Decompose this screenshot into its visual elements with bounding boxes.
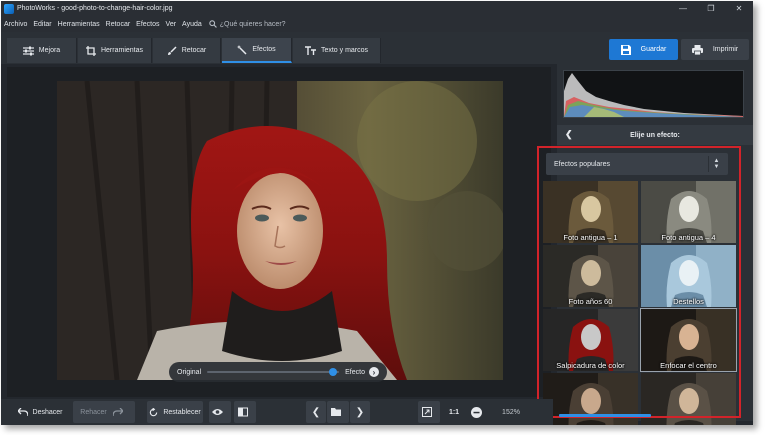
edited-photo[interactable] <box>57 81 503 380</box>
magic-wand-icon <box>237 44 247 55</box>
redo-button[interactable]: Rehacer <box>73 401 135 423</box>
title-bar: PhotoWorks - good-photo-to-change-hair-c… <box>1 1 753 16</box>
histogram <box>563 70 744 118</box>
reset-icon <box>150 407 158 416</box>
compare-knob[interactable] <box>328 368 337 376</box>
back-arrow-icon[interactable]: ❮ <box>565 129 573 140</box>
undo-icon <box>17 408 28 416</box>
brush-icon <box>167 45 177 55</box>
undo-button[interactable]: Deshacer <box>9 401 71 423</box>
reset-button[interactable]: Restablecer <box>147 401 203 423</box>
effects-scrollbar[interactable] <box>559 414 651 417</box>
tab-label: Efectos <box>252 46 276 53</box>
tab-label: Mejora <box>38 47 61 54</box>
zoom-out-button[interactable] <box>469 401 489 423</box>
tab-herramientas[interactable]: Herramientas <box>78 38 152 63</box>
bottom-bar: Deshacer Rehacer Restablecer ❮ ❯ 1:1 152… <box>1 399 553 425</box>
print-label: Imprimir <box>712 46 739 53</box>
effect-label: Efecto <box>345 368 365 376</box>
tab-label: Herramientas <box>100 47 143 54</box>
floppy-icon <box>620 44 631 55</box>
tab-efectos[interactable]: Efectos <box>222 38 292 63</box>
save-button[interactable]: Guardar <box>609 39 678 60</box>
preview-eye-button[interactable] <box>209 401 231 423</box>
sliders-icon <box>22 46 34 55</box>
next-photo-button[interactable]: ❯ <box>350 401 370 423</box>
open-folder-button[interactable] <box>327 401 349 423</box>
redo-label: Rehacer <box>80 408 107 416</box>
chevron-right-icon: ❯ <box>355 406 365 418</box>
main-toolbar: Mejora Herramientas Retocar Efectos Text… <box>1 32 753 64</box>
print-button[interactable]: Imprimir <box>681 39 749 60</box>
menu-search[interactable]: ¿Qué quieres hacer? <box>209 20 286 28</box>
effect-panel-title: Elije un efecto: <box>630 131 680 139</box>
original-label: Original <box>177 368 202 376</box>
app-window: PhotoWorks - good-photo-to-change-hair-c… <box>1 1 753 425</box>
text-icon <box>304 45 316 55</box>
crop-icon <box>85 45 96 56</box>
menu-ayuda[interactable]: Ayuda <box>179 21 205 28</box>
window-controls: — ❐ ✕ <box>669 1 753 16</box>
fit-to-screen-button[interactable] <box>418 401 440 423</box>
close-icon[interactable]: ✕ <box>725 1 753 16</box>
menu-ver[interactable]: Ver <box>163 21 180 28</box>
search-placeholder: ¿Qué quieres hacer? <box>219 20 286 28</box>
eye-icon <box>212 409 223 415</box>
folder-icon <box>330 408 341 416</box>
menu-retocar[interactable]: Retocar <box>103 21 134 28</box>
tab-label: Texto y marcos <box>320 47 369 54</box>
reset-label: Restablecer <box>163 408 201 416</box>
zoom-out-icon <box>471 406 482 418</box>
compare-track[interactable] <box>207 368 340 376</box>
redo-icon <box>112 408 123 416</box>
actual-size-button[interactable]: 1:1 <box>443 401 465 423</box>
menu-editar[interactable]: Editar <box>30 21 54 28</box>
highlight-frame <box>537 146 741 418</box>
tab-retocar[interactable]: Retocar <box>153 38 221 63</box>
next-arrow-icon[interactable]: › <box>369 367 379 377</box>
menu-archivo[interactable]: Archivo <box>1 21 30 28</box>
menu-efectos[interactable]: Efectos <box>133 21 162 28</box>
menu-herramientas[interactable]: Herramientas <box>55 21 103 28</box>
search-icon <box>209 20 217 28</box>
tab-texto-y-marcos[interactable]: Texto y marcos <box>293 38 381 63</box>
tab-label: Retocar <box>181 47 207 54</box>
compare-slider[interactable]: Original Efecto › <box>169 362 387 382</box>
split-view-icon <box>237 407 248 417</box>
menu-bar: Archivo Editar Herramientas Retocar Efec… <box>1 16 753 32</box>
tab-mejora[interactable]: Mejora <box>7 38 77 63</box>
chevron-left-icon: ❮ <box>311 406 321 418</box>
previous-photo-button[interactable]: ❮ <box>306 401 326 423</box>
undo-label: Deshacer <box>32 408 63 416</box>
save-label: Guardar <box>640 46 667 53</box>
printer-icon <box>691 44 703 55</box>
fit-screen-icon <box>421 407 432 417</box>
restore-icon[interactable]: ❐ <box>697 1 725 16</box>
effect-panel-header: ❮ Elije un efecto: <box>557 125 753 145</box>
split-view-button[interactable] <box>234 401 256 423</box>
zoom-level: 152% <box>502 408 520 416</box>
app-logo-icon <box>4 3 14 14</box>
window-title: PhotoWorks - good-photo-to-change-hair-c… <box>17 5 173 12</box>
minimize-icon[interactable]: — <box>669 1 697 16</box>
